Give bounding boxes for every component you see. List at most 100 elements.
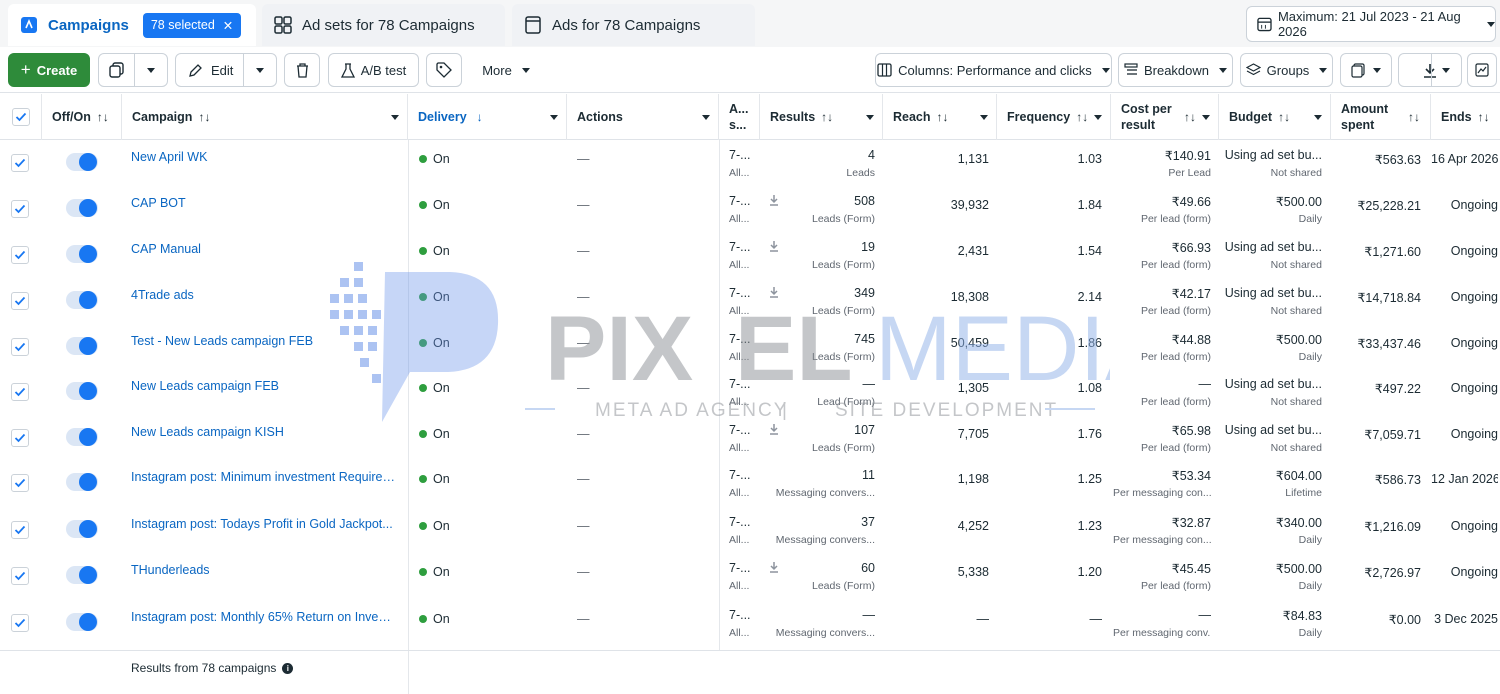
table-row[interactable]: Instagram post: Minimum investment Requi… — [0, 460, 1500, 506]
campaign-toggle[interactable] — [66, 291, 98, 309]
breakdown-button[interactable]: Breakdown — [1118, 53, 1233, 87]
campaign-toggle[interactable] — [66, 566, 98, 584]
chevron-down-icon[interactable] — [147, 67, 155, 73]
selected-badge[interactable]: 78 selected ✕ — [142, 12, 242, 38]
delete-button[interactable] — [284, 53, 320, 87]
row-checkbox[interactable] — [11, 474, 29, 492]
chevron-down-icon[interactable] — [256, 67, 264, 73]
chevron-down-icon[interactable] — [980, 114, 988, 120]
chevron-down-icon[interactable] — [702, 114, 710, 120]
header-results[interactable]: Results ↑↓ — [760, 94, 883, 140]
campaign-name-link[interactable]: Instagram post: Minimum investment Requi… — [131, 470, 396, 484]
sort-icon[interactable]: ↑↓ — [821, 110, 833, 124]
table-row[interactable]: CAP Manual On — 7-... All... 19 Leads (F… — [0, 232, 1500, 278]
campaign-toggle[interactable] — [66, 245, 98, 263]
header-frequency[interactable]: Frequency ↑↓ — [997, 94, 1111, 140]
chevron-down-icon[interactable] — [1442, 67, 1450, 73]
more-button[interactable]: More — [470, 53, 542, 87]
ab-test-button[interactable]: A/B test — [328, 53, 419, 87]
sort-icon[interactable]: ↑↓ — [1076, 110, 1088, 124]
charts-button[interactable] — [1467, 53, 1497, 87]
row-checkbox[interactable] — [11, 292, 29, 310]
chevron-down-icon[interactable] — [1314, 114, 1322, 120]
row-checkbox[interactable] — [11, 429, 29, 447]
campaign-name-link[interactable]: New April WK — [131, 150, 396, 164]
header-offon[interactable]: Off/On ↑↓ — [42, 94, 122, 140]
campaign-name-link[interactable]: Instagram post: Todays Profit in Gold Ja… — [131, 517, 396, 531]
clear-selection-icon[interactable]: ✕ — [223, 18, 233, 33]
table-row[interactable]: New April WK On — 7-... All... 4 Leads 1… — [0, 140, 1500, 186]
tag-button[interactable] — [426, 53, 462, 87]
sort-icon[interactable]: ↑↓ — [97, 110, 109, 124]
chevron-down-icon[interactable] — [1202, 114, 1210, 120]
header-campaign[interactable]: Campaign ↑↓ — [122, 94, 408, 140]
create-button[interactable]: + Create — [8, 53, 90, 87]
campaign-name-link[interactable]: New Leads campaign FEB — [131, 379, 396, 393]
table-row[interactable]: Test - New Leads campaign FEB On — 7-...… — [0, 324, 1500, 370]
attribution-window: All... — [729, 627, 750, 639]
table-row[interactable]: New Leads campaign FEB On — 7-... All...… — [0, 369, 1500, 415]
duplicate-button[interactable] — [98, 53, 168, 87]
sort-icon[interactable]: ↑↓ — [1184, 110, 1196, 124]
campaign-toggle[interactable] — [66, 520, 98, 538]
campaign-toggle[interactable] — [66, 337, 98, 355]
sort-icon[interactable]: ↑↓ — [937, 110, 949, 124]
tab-adsets[interactable]: Ad sets for 78 Campaigns — [262, 4, 505, 46]
sort-icon[interactable]: ↑↓ — [1478, 110, 1490, 124]
sort-icon[interactable]: ↑↓ — [198, 110, 210, 124]
reports-button[interactable] — [1340, 53, 1392, 87]
campaign-name-link[interactable]: CAP BOT — [131, 196, 396, 210]
row-checkbox[interactable] — [11, 246, 29, 264]
date-range-picker[interactable]: Maximum: 21 Jul 2023 - 21 Aug 2026 — [1246, 6, 1496, 42]
table-row[interactable]: Instagram post: Todays Profit in Gold Ja… — [0, 507, 1500, 553]
edit-button[interactable]: Edit — [175, 53, 277, 87]
campaign-toggle[interactable] — [66, 613, 98, 631]
info-icon[interactable]: i — [282, 662, 294, 674]
campaign-toggle[interactable] — [66, 428, 98, 446]
row-checkbox[interactable] — [11, 567, 29, 585]
table-row[interactable]: New Leads campaign KISH On — 7-... All..… — [0, 415, 1500, 461]
campaign-toggle[interactable] — [66, 153, 98, 171]
header-delivery[interactable]: Delivery ↓ — [408, 94, 567, 140]
header-amount-spent[interactable]: Amount spent ↑↓ — [1331, 94, 1431, 140]
campaign-name-link[interactable]: 4Trade ads — [131, 288, 396, 302]
header-budget[interactable]: Budget ↑↓ — [1219, 94, 1331, 140]
header-attribution[interactable]: A... s... — [719, 94, 760, 140]
columns-button[interactable]: Columns: Performance and clicks — [875, 53, 1112, 87]
groups-button[interactable]: Groups — [1240, 53, 1333, 87]
table-row[interactable]: CAP BOT On — 7-... All... 508 Leads (For… — [0, 186, 1500, 232]
row-checkbox[interactable] — [11, 521, 29, 539]
chevron-down-icon[interactable] — [391, 114, 399, 120]
campaign-name-link[interactable]: New Leads campaign KISH — [131, 425, 396, 439]
campaign-name-link[interactable]: Test - New Leads campaign FEB — [131, 334, 396, 348]
table-row[interactable]: Instagram post: Monthly 65% Return on In… — [0, 600, 1500, 646]
campaign-name-link[interactable]: THunderleads — [131, 563, 396, 577]
row-checkbox[interactable] — [11, 154, 29, 172]
export-button[interactable] — [1398, 53, 1462, 87]
sort-desc-icon[interactable]: ↓ — [477, 110, 483, 124]
header-reach[interactable]: Reach ↑↓ — [883, 94, 997, 140]
row-checkbox[interactable] — [11, 338, 29, 356]
header-ends[interactable]: Ends ↑↓ — [1431, 94, 1500, 140]
sort-icon[interactable]: ↑↓ — [1408, 110, 1420, 124]
row-checkbox[interactable] — [11, 383, 29, 401]
chevron-down-icon[interactable] — [550, 114, 558, 120]
sort-icon[interactable]: ↑↓ — [1278, 110, 1290, 124]
header-actions[interactable]: Actions — [567, 94, 719, 140]
table-row[interactable]: 4Trade ads On — 7-... All... 349 Leads (… — [0, 278, 1500, 324]
table-row[interactable]: THunderleads On — 7-... All... 60 Leads … — [0, 553, 1500, 599]
campaign-toggle[interactable] — [66, 199, 98, 217]
chevron-down-icon[interactable] — [866, 114, 874, 120]
campaign-name-link[interactable]: CAP Manual — [131, 242, 396, 256]
row-checkbox[interactable] — [11, 200, 29, 218]
row-checkbox[interactable] — [11, 614, 29, 632]
tab-ads[interactable]: Ads for 78 Campaigns — [512, 4, 755, 46]
column-divider — [408, 140, 409, 650]
campaign-name-link[interactable]: Instagram post: Monthly 65% Return on In… — [131, 610, 396, 624]
campaign-toggle[interactable] — [66, 382, 98, 400]
campaign-toggle[interactable] — [66, 473, 98, 491]
select-all-checkbox[interactable] — [11, 108, 30, 126]
header-cost-per-result[interactable]: Cost per result ↑↓ — [1111, 94, 1219, 140]
chevron-down-icon[interactable] — [1094, 114, 1102, 120]
tab-campaigns[interactable]: Campaigns 78 selected ✕ — [8, 4, 256, 46]
